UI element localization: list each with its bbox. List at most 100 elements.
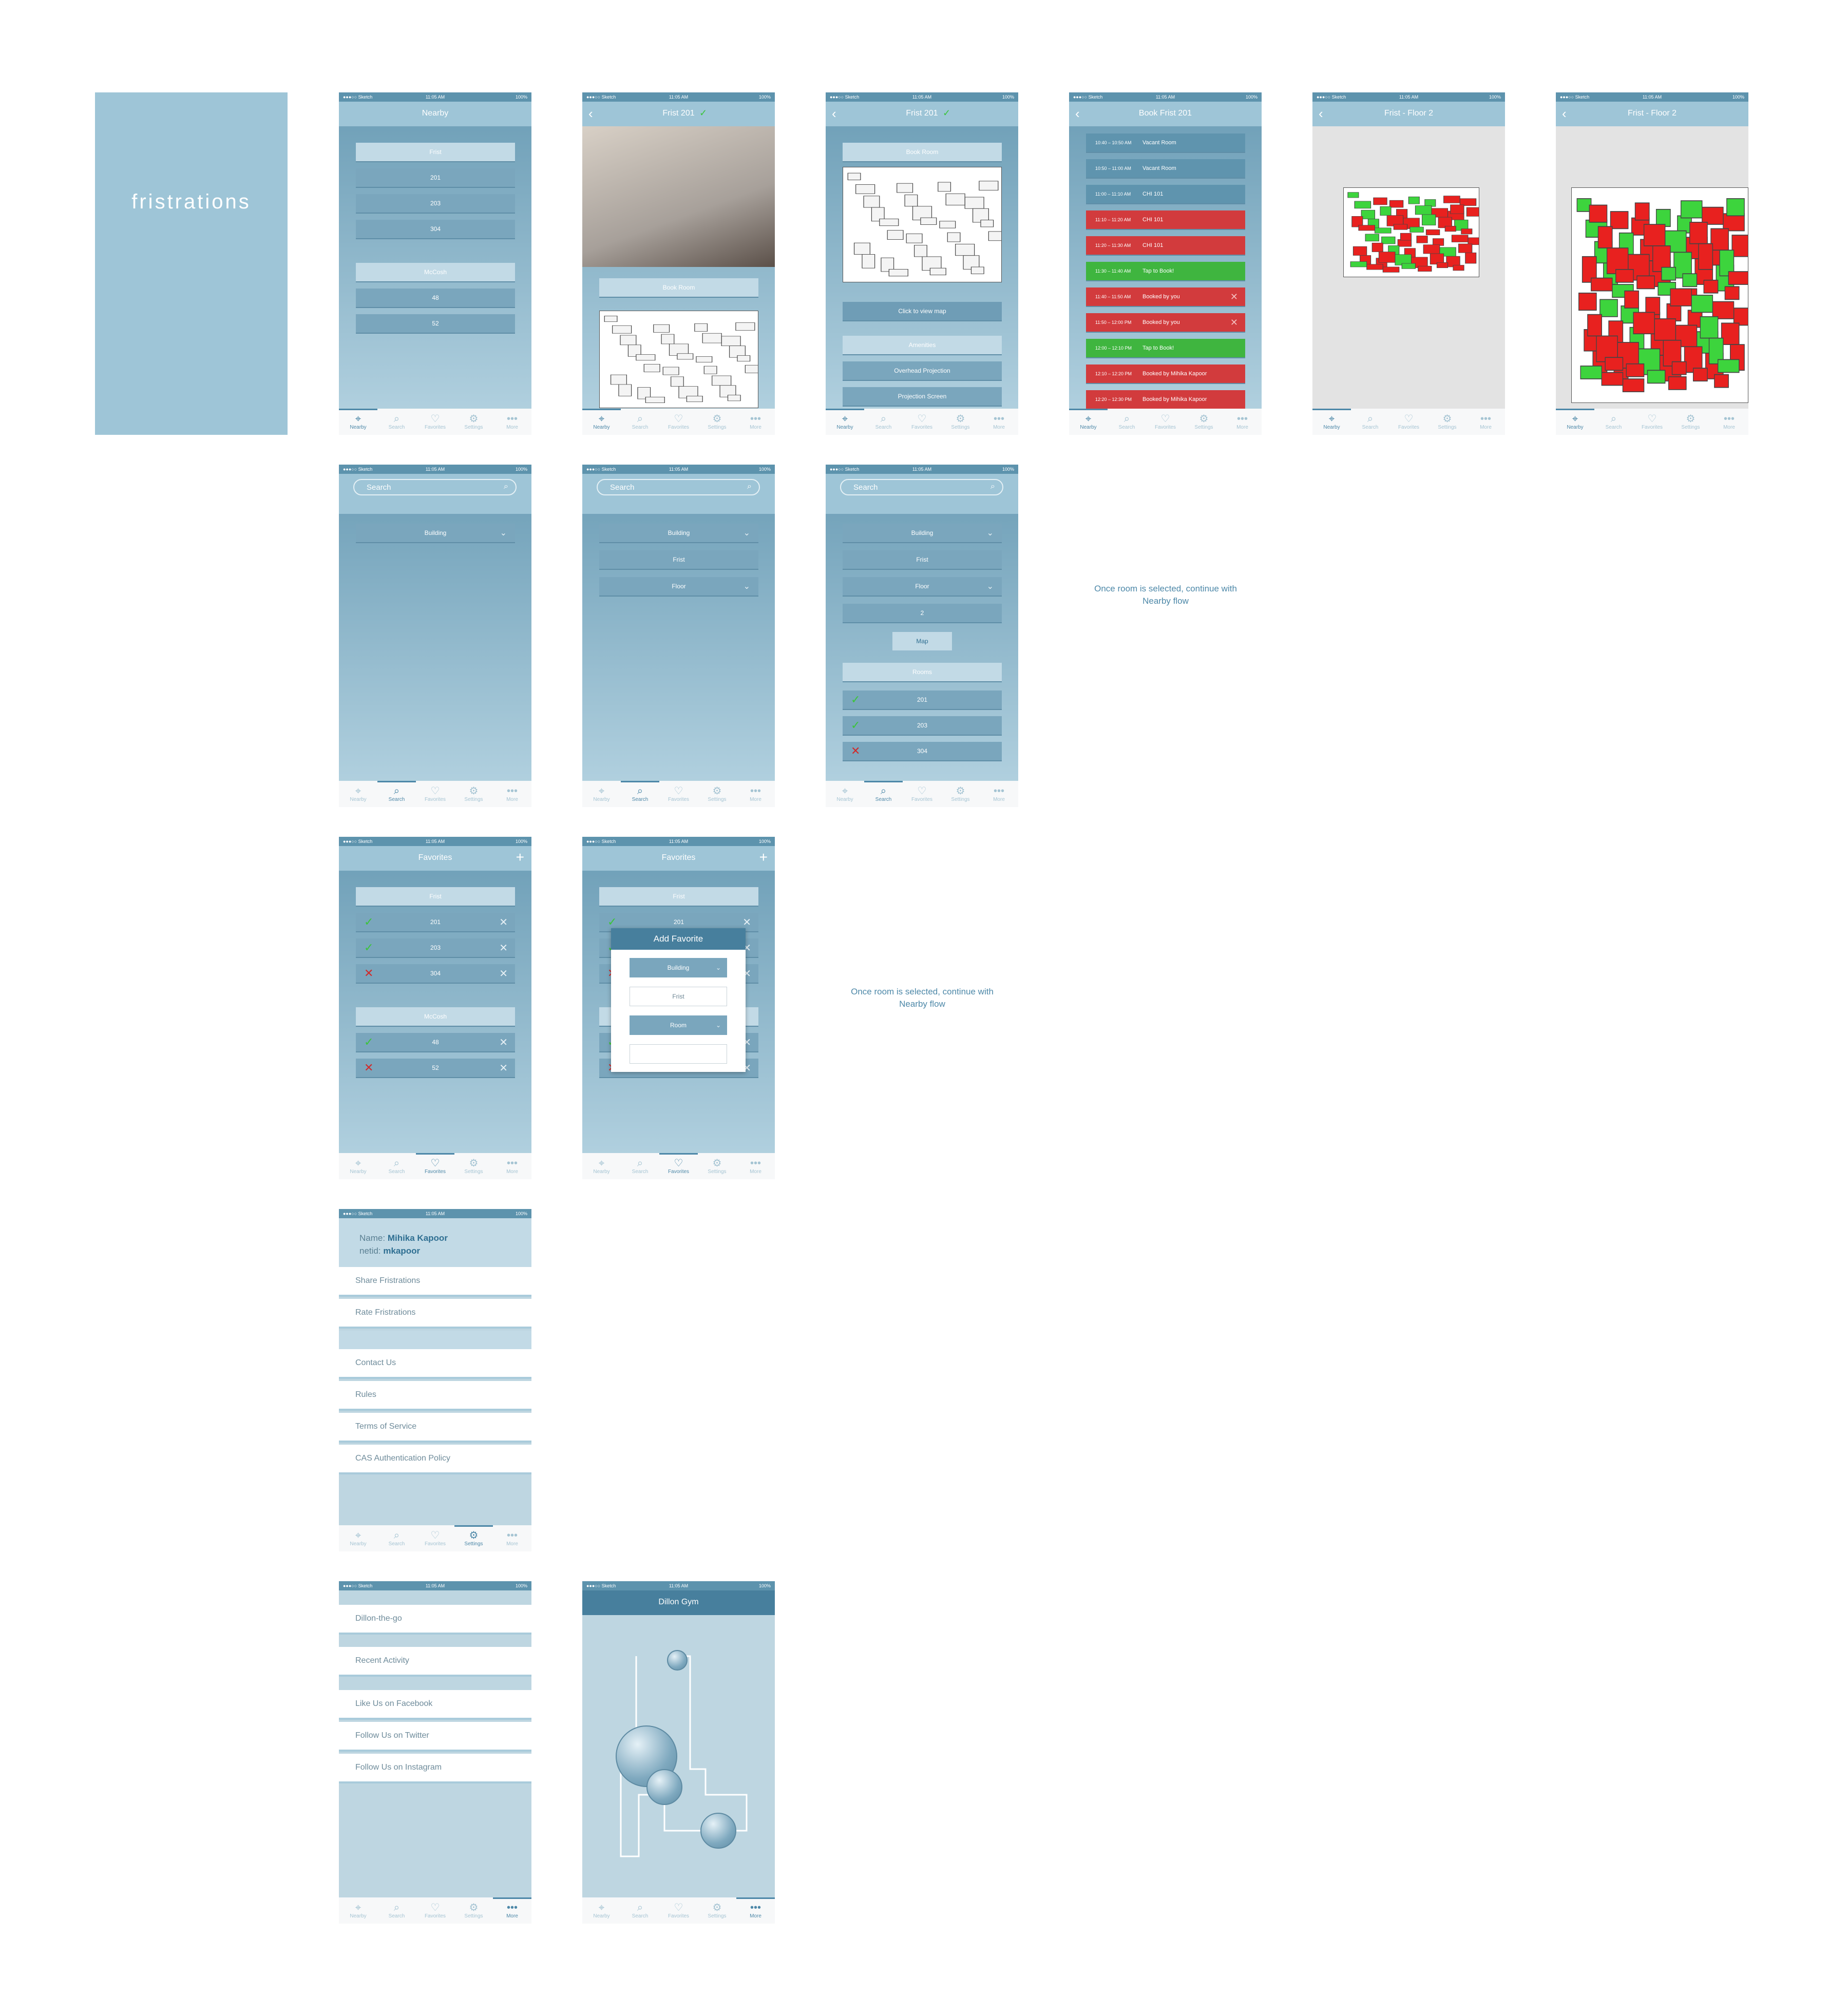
floor-room[interactable] xyxy=(1726,198,1745,217)
floor-room[interactable] xyxy=(1601,372,1624,386)
floor-room[interactable] xyxy=(1416,236,1428,243)
rooms-header[interactable]: Rooms xyxy=(843,663,1002,682)
building-header[interactable]: Frist xyxy=(356,143,515,162)
floor-room[interactable] xyxy=(1371,242,1383,252)
floor-room[interactable] xyxy=(1655,208,1671,227)
favorite-group-header[interactable]: McCosh xyxy=(356,1007,515,1027)
building-input[interactable]: Frist xyxy=(630,987,727,1006)
tab-favorites[interactable]: ♡ Favorites xyxy=(903,409,941,435)
favorite-room-row[interactable]: 52 ✕ ✕ xyxy=(356,1059,515,1078)
settings-item[interactable]: Contact Us xyxy=(339,1349,531,1379)
remove-icon[interactable]: ✕ xyxy=(499,1062,508,1074)
remove-icon[interactable]: ✕ xyxy=(742,916,751,929)
floor-map-zoomed[interactable] xyxy=(1571,187,1748,403)
tab-search[interactable]: ⌕ Search xyxy=(377,409,416,435)
more-item[interactable]: Follow Us on Twitter xyxy=(339,1722,531,1752)
tab-settings[interactable]: ⚙ Settings xyxy=(941,409,980,435)
floor-room[interactable] xyxy=(1587,314,1602,337)
floor-room[interactable] xyxy=(1347,192,1359,198)
floor-select[interactable]: Floor ⌄ xyxy=(599,577,758,597)
more-item[interactable]: Dillon-the-go xyxy=(339,1605,531,1635)
favorite-room-row[interactable]: 203 ✓ ✕ xyxy=(356,938,515,958)
room-row[interactable]: 304 ✕ xyxy=(843,742,1002,761)
floor-room[interactable] xyxy=(1721,322,1740,345)
floor-room[interactable] xyxy=(1423,244,1440,254)
more-item[interactable]: Like Us on Facebook xyxy=(339,1690,531,1720)
floor-room[interactable] xyxy=(1670,288,1692,306)
occupancy-bubble-medium[interactable] xyxy=(646,1769,682,1805)
tab-settings[interactable]: ⚙ Settings xyxy=(1671,409,1710,435)
floor-room[interactable] xyxy=(1453,265,1464,271)
floor-room[interactable] xyxy=(1443,196,1460,203)
tab-favorites[interactable]: ♡ Favorites xyxy=(1389,409,1428,435)
tab-search[interactable]: ⌕ Search xyxy=(621,1153,659,1179)
tab-favorites[interactable]: ♡ Favorites xyxy=(659,781,698,807)
search-input[interactable]: Search ⌕ xyxy=(840,479,1003,495)
tab-search[interactable]: ⌕ Search xyxy=(377,781,416,807)
settings-item[interactable]: Share Fristrations xyxy=(339,1267,531,1297)
map-button[interactable]: Map xyxy=(892,632,952,650)
floor-room[interactable] xyxy=(1605,357,1624,371)
floor-select[interactable]: Floor ⌄ xyxy=(843,577,1002,597)
building-value[interactable]: Frist xyxy=(599,550,758,570)
tab-favorites[interactable]: ♡ Favorites xyxy=(903,781,941,807)
tab-favorites[interactable]: ♡ Favorites xyxy=(1633,409,1671,435)
floor-room[interactable] xyxy=(1624,290,1640,309)
tab-more[interactable]: ••• More xyxy=(493,781,531,807)
tab-search[interactable]: ⌕ Search xyxy=(864,781,903,807)
tab-favorites[interactable]: ♡ Favorites xyxy=(416,1897,454,1924)
tab-more[interactable]: ••• More xyxy=(736,781,775,807)
time-slot[interactable]: 10:40 – 10:50 AM Vacant Room xyxy=(1086,133,1245,153)
floor-room[interactable] xyxy=(1589,204,1608,223)
floor-room[interactable] xyxy=(1461,228,1473,235)
floor-room[interactable] xyxy=(1682,273,1698,287)
building-select[interactable]: Building ⌄ xyxy=(630,958,727,977)
view-map-button[interactable]: Click to view map xyxy=(843,302,1002,321)
floor-room[interactable] xyxy=(1622,378,1645,392)
amenity-row[interactable]: Overhead Projection xyxy=(843,361,1002,381)
tab-nearby[interactable]: ⌖ Nearby xyxy=(1069,409,1108,435)
time-slot[interactable]: 11:50 – 12:00 PM Booked by you ✕ xyxy=(1086,313,1245,333)
room-input[interactable] xyxy=(630,1044,727,1064)
floor-room[interactable] xyxy=(1703,279,1719,294)
tab-nearby[interactable]: ⌖ Nearby xyxy=(582,1153,621,1179)
tab-search[interactable]: ⌕ Search xyxy=(1108,409,1146,435)
tab-favorites[interactable]: ♡ Favorites xyxy=(659,1153,698,1179)
floor-room[interactable] xyxy=(1671,361,1687,375)
tab-search[interactable]: ⌕ Search xyxy=(1594,409,1633,435)
floor-room[interactable] xyxy=(1451,235,1469,242)
time-slot[interactable]: 11:40 – 11:50 AM Booked by you ✕ xyxy=(1086,287,1245,307)
tab-settings[interactable]: ⚙ Settings xyxy=(454,409,493,435)
tab-settings[interactable]: ⚙ Settings xyxy=(698,1153,736,1179)
tab-settings[interactable]: ⚙ Settings xyxy=(941,781,980,807)
tab-nearby[interactable]: ⌖ Nearby xyxy=(826,409,864,435)
floor-room[interactable] xyxy=(1382,266,1400,273)
settings-item[interactable]: Rules xyxy=(339,1381,531,1411)
floor-plan-thumbnail[interactable] xyxy=(599,311,758,408)
tab-nearby[interactable]: ⌖ Nearby xyxy=(582,409,621,435)
tab-nearby[interactable]: ⌖ Nearby xyxy=(339,409,377,435)
tab-search[interactable]: ⌕ Search xyxy=(621,781,659,807)
time-slot[interactable]: 12:00 – 12:10 PM Tap to Book! xyxy=(1086,339,1245,358)
floor-room[interactable] xyxy=(1597,226,1613,248)
floor-room[interactable] xyxy=(1466,207,1479,217)
tab-more[interactable]: ••• More xyxy=(493,1525,531,1551)
time-slot[interactable]: 11:20 – 11:30 AM CHI 101 xyxy=(1086,236,1245,256)
time-slot[interactable]: 11:00 – 11:10 AM CHI 101 xyxy=(1086,185,1245,204)
building-select[interactable]: Building ⌄ xyxy=(599,524,758,543)
tab-more[interactable]: ••• More xyxy=(1710,409,1748,435)
tab-favorites[interactable]: ♡ Favorites xyxy=(659,409,698,435)
favorite-room-row[interactable]: 201 ✓ ✕ xyxy=(356,913,515,932)
floor-value[interactable]: 2 xyxy=(843,604,1002,623)
floor-room[interactable] xyxy=(1731,235,1748,257)
more-item[interactable]: Follow Us on Instagram xyxy=(339,1754,531,1783)
floor-room[interactable] xyxy=(1668,376,1687,390)
tab-nearby[interactable]: ⌖ Nearby xyxy=(339,1153,377,1179)
floor-room[interactable] xyxy=(1418,265,1432,272)
tab-favorites[interactable]: ♡ Favorites xyxy=(416,1153,454,1179)
floor-room[interactable] xyxy=(1354,201,1371,209)
building-select[interactable]: Building ⌄ xyxy=(843,524,1002,543)
tab-search[interactable]: ⌕ Search xyxy=(377,1897,416,1924)
floor-room[interactable] xyxy=(1400,233,1412,241)
tab-nearby[interactable]: ⌖ Nearby xyxy=(339,781,377,807)
